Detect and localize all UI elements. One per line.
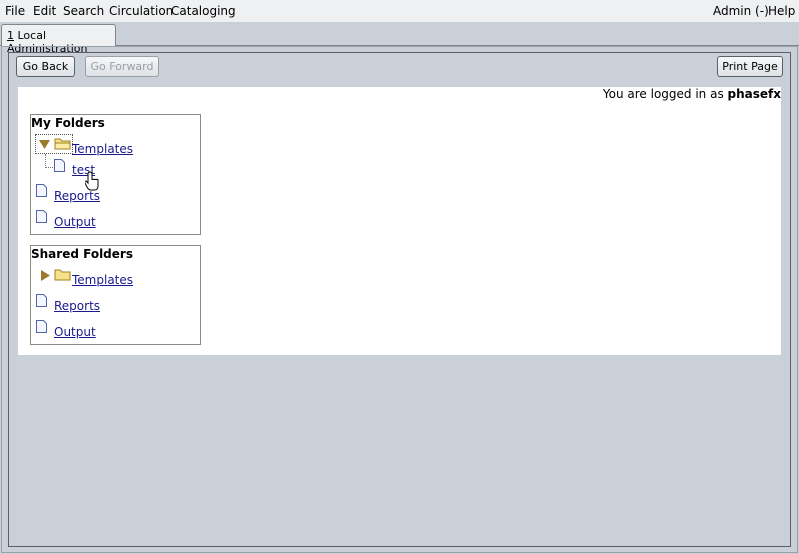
my-folders-title: My Folders: [31, 116, 105, 130]
shared-output-link[interactable]: Output: [54, 325, 96, 339]
shared-folders-title: Shared Folders: [31, 247, 133, 261]
menu-search[interactable]: Search: [63, 4, 104, 18]
shared-folders-panel: Shared Folders Templates Reports Output: [30, 245, 201, 345]
hand-cursor-icon: [85, 171, 99, 191]
document-icon: [36, 210, 47, 223]
tab-strip: 1 Local Administration: [0, 22, 799, 55]
my-output-link[interactable]: Output: [54, 215, 96, 229]
menu-file[interactable]: File: [5, 4, 25, 18]
login-prefix: You are logged in as: [602, 87, 728, 101]
shared-reports-link[interactable]: Reports: [54, 299, 100, 313]
go-back-button[interactable]: Go Back: [16, 56, 75, 77]
menu-edit[interactable]: Edit: [33, 4, 56, 18]
menu-bar: File Edit Search Circulation Cataloging …: [0, 0, 799, 22]
tree-connector: [45, 154, 53, 168]
my-templates-link[interactable]: Templates: [72, 142, 133, 156]
folder-open-icon: [54, 138, 71, 150]
my-reports-link[interactable]: Reports: [54, 189, 100, 203]
my-folders-panel: My Folders Templates test Reports Output: [30, 114, 201, 235]
go-forward-button[interactable]: Go Forward: [85, 56, 159, 77]
document-icon: [54, 159, 65, 172]
menu-admin[interactable]: Admin (-): [713, 4, 769, 18]
menu-cataloging[interactable]: Cataloging: [171, 4, 236, 18]
print-page-button[interactable]: Print Page: [717, 56, 783, 77]
tab-number: 1: [7, 29, 14, 42]
content-area: You are logged in as phasefx My Folders …: [18, 87, 781, 355]
shared-templates-link[interactable]: Templates: [72, 273, 133, 287]
menu-help[interactable]: Help: [768, 4, 795, 18]
login-status: You are logged in as phasefx: [603, 87, 781, 101]
document-icon: [36, 294, 47, 307]
folder-closed-icon: [54, 269, 71, 281]
tab-local-administration[interactable]: 1 Local Administration: [1, 24, 116, 55]
login-user: phasefx: [727, 87, 781, 101]
menu-circulation[interactable]: Circulation: [109, 4, 173, 18]
twisty-open-icon[interactable]: [39, 140, 50, 150]
twisty-closed-icon[interactable]: [41, 270, 50, 281]
document-icon: [36, 184, 47, 197]
document-icon: [36, 320, 47, 333]
